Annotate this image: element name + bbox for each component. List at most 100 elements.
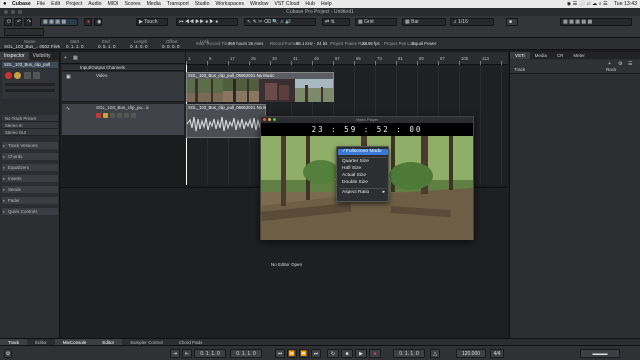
menu-window[interactable]: Window: [247, 1, 271, 7]
window-layout-buttons[interactable]: ▦ ▦ ▦ ▦ ▦: [560, 18, 632, 26]
tab-cr[interactable]: CR: [552, 52, 569, 59]
menu-scores[interactable]: Scores: [121, 1, 143, 7]
menu-app-cubase[interactable]: Cubase: [9, 1, 34, 7]
monitor-button[interactable]: [14, 72, 21, 79]
right-locator-field[interactable]: 0. 1. 1. 0: [230, 349, 262, 358]
tab-meter[interactable]: Meter: [568, 52, 590, 59]
snap-type-select[interactable]: ▦ Grid: [355, 18, 397, 26]
menu-item-aspect-ratio[interactable]: Aspect Ratio ▸: [338, 190, 388, 196]
menu-item-half-size[interactable]: Half Size: [338, 166, 388, 172]
menu-hub[interactable]: Hub: [302, 1, 318, 7]
menu-project[interactable]: Project: [63, 1, 85, 7]
apple-icon[interactable]: ●: [0, 1, 9, 7]
output-routing-field[interactable]: Stereo Out: [2, 129, 58, 136]
folder-track[interactable]: Input/Output Channels: [62, 65, 184, 71]
menu-transport[interactable]: Transport: [164, 1, 192, 7]
autoscroll-group[interactable]: ⇄ ⇅: [322, 18, 350, 26]
window-controls[interactable]: [4, 10, 22, 14]
position-display[interactable]: 0. 1. 1. 0: [393, 349, 425, 358]
inspector-track-name[interactable]: SGL_103_Bus_clip_pull: [2, 62, 58, 68]
rewind-icon[interactable]: ⏪: [287, 349, 297, 358]
menu-file[interactable]: File: [34, 1, 48, 7]
tab-vsti[interactable]: VSTi: [510, 52, 530, 59]
video-player-window-controls[interactable]: [263, 118, 276, 121]
input-routing-field[interactable]: Stereo In: [2, 122, 58, 129]
track-filter-icon[interactable]: ▦: [73, 55, 78, 61]
play-icon[interactable]: ▶: [355, 349, 367, 358]
cycle-icon[interactable]: ↻: [327, 349, 339, 358]
section-fader[interactable]: Fader: [2, 197, 58, 204]
menu-icon[interactable]: ☰: [628, 61, 632, 67]
menu-workspaces[interactable]: Workspaces: [212, 1, 246, 7]
menu-media[interactable]: Media: [144, 1, 164, 7]
activate-project-button[interactable]: ⏻: [4, 18, 12, 26]
color-swatch[interactable]: ■: [506, 18, 518, 26]
track-solo-button[interactable]: [117, 113, 122, 118]
info-value-name[interactable]: SGL_103_Bus_...0502 FileMusic: [4, 44, 60, 49]
monitor-icon[interactable]: ◉: [94, 18, 102, 26]
tab-media[interactable]: Media: [530, 52, 552, 59]
vsti-rack-label[interactable]: Rack: [606, 67, 616, 72]
section-track-versions[interactable]: Track Versions: [2, 142, 58, 149]
timeline-ruler[interactable]: 1 9 17 25 33 41 49 57 65 73 81 89 97 105…: [186, 52, 508, 65]
tab-inspector[interactable]: Inspector: [0, 52, 29, 60]
volume-slider[interactable]: [5, 83, 55, 86]
section-chords[interactable]: Chords: [2, 153, 58, 160]
track-mute-button[interactable]: [110, 113, 115, 118]
automation-mode-select[interactable]: ▶ Touch: [136, 18, 168, 26]
punch-out-icon[interactable]: ⇤: [182, 349, 192, 358]
quantize-select[interactable]: ♫ 1/16: [450, 18, 494, 26]
menu-vst-cloud[interactable]: VST Cloud: [271, 1, 302, 7]
track-filter[interactable]: [4, 28, 44, 36]
metronome-icon[interactable]: △: [430, 349, 440, 358]
section-quick-controls[interactable]: Quick Controls: [2, 208, 58, 215]
punch-in-icon[interactable]: ⇥: [170, 349, 180, 358]
info-value-offset[interactable]: 0. 0. 0. 0: [162, 44, 180, 49]
menu-audio[interactable]: Audio: [85, 1, 104, 7]
info-value-length[interactable]: 0. 4. 0. 0: [130, 44, 148, 49]
settings-icon[interactable]: ⚙: [4, 349, 12, 358]
track-record-button[interactable]: [96, 113, 101, 118]
status-icons[interactable]: ◉ ☰ ⚪ ▱ ☁ ⌕ ☰: [564, 1, 611, 8]
vsti-track-label[interactable]: Track: [514, 67, 525, 72]
menu-studio[interactable]: Studio: [192, 1, 213, 7]
track-write-button[interactable]: [131, 113, 136, 118]
audio-clip[interactable]: SGL_103_Bus_clip_pull_06062021 No Music: [186, 104, 266, 138]
track-monitor-button[interactable]: [103, 113, 108, 118]
menu-item-double-size[interactable]: Double Size: [338, 180, 388, 186]
undo-icon[interactable]: ↶: [14, 18, 22, 26]
section-sends[interactable]: Sends: [2, 186, 58, 193]
tempo-field[interactable]: 120.000: [456, 349, 486, 358]
redo-icon[interactable]: ↷: [24, 18, 32, 26]
record-mode-icon[interactable]: ●: [84, 18, 92, 26]
menu-item-actual-size[interactable]: Actual Size: [338, 173, 388, 179]
menu-edit[interactable]: Edit: [48, 1, 63, 7]
mute-button[interactable]: [24, 72, 31, 79]
record-enable-icon[interactable]: [5, 72, 12, 79]
menu-item-fullscreen-mode[interactable]: ✓Fullscreen Mode: [338, 149, 388, 155]
left-locator-field[interactable]: 0. 1. 1. 0: [194, 349, 226, 358]
video-track[interactable]: ▣ Video: [62, 72, 184, 102]
video-clip[interactable]: SGL_103_Bus_clip_pull_06062021 No Music: [186, 72, 334, 102]
solo-button[interactable]: [33, 72, 40, 79]
menubar-clock[interactable]: Tue 13:43: [611, 1, 640, 7]
transport-mini-controls[interactable]: ⏮ ◀◀ ▶▶ ⏹ ▶ ●: [176, 18, 238, 26]
track-read-button[interactable]: [124, 113, 129, 118]
signature-field[interactable]: 4/4: [490, 349, 504, 358]
tab-visibility[interactable]: Visibility: [29, 52, 55, 60]
track-preset-field[interactable]: No Track Preset: [2, 115, 58, 122]
pan-slider[interactable]: [5, 89, 55, 92]
audio-track[interactable]: ∿ SGL_103_Bus_clip_pu...ic: [62, 104, 184, 136]
go-to-start-icon[interactable]: ⏮: [275, 349, 285, 358]
fast-forward-icon[interactable]: ⏩: [299, 349, 309, 358]
menu-midi[interactable]: MIDI: [105, 1, 122, 7]
add-instrument-icon[interactable]: +: [608, 61, 611, 67]
section-inserts[interactable]: Inserts: [2, 175, 58, 182]
stop-icon[interactable]: ■: [341, 349, 353, 358]
gear-icon[interactable]: ⚙: [618, 61, 622, 67]
menu-item-quarter-size[interactable]: Quarter Size: [338, 159, 388, 165]
add-track-icon[interactable]: +: [64, 55, 67, 61]
inspector-toggle-group[interactable]: ▦ ▦ ▦ ▦: [40, 18, 78, 26]
record-icon[interactable]: ●: [369, 349, 381, 358]
info-value-start[interactable]: 0. 1. 1. 0: [66, 44, 84, 49]
